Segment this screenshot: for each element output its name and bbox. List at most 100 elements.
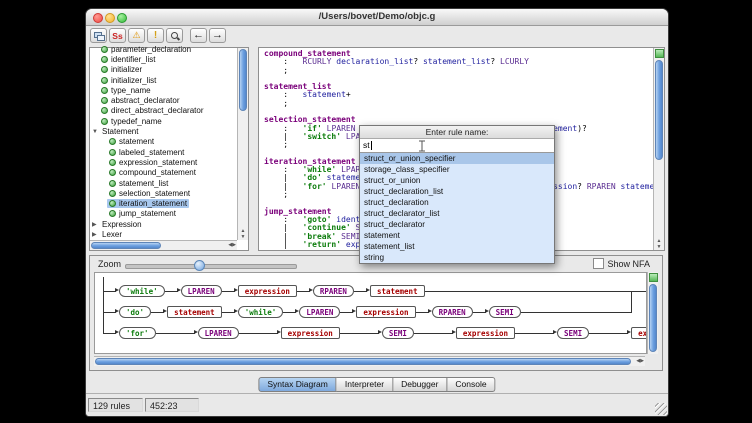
connector-arrow-icon xyxy=(414,326,456,340)
tree-item-label: direct_abstract_declarator xyxy=(111,106,204,115)
diagram-horizontal-scrollbar[interactable]: ◀▶ xyxy=(94,356,645,366)
tree-item-selection_statement[interactable]: selection_statement xyxy=(90,188,237,198)
diagram-vertical-scrollbar[interactable] xyxy=(647,272,658,354)
syntax-coloring-button[interactable]: Ss xyxy=(109,28,126,43)
tree-vertical-scroll-thumb[interactable] xyxy=(239,49,247,111)
tab-syntax-diagram[interactable]: Syntax Diagram xyxy=(258,377,336,392)
rule-icon xyxy=(101,77,108,84)
rule-name-input[interactable]: st xyxy=(360,139,554,153)
rule-suggestion-item[interactable]: statement_list xyxy=(360,241,554,252)
rule-suggestion-item[interactable]: struct_declarator_list xyxy=(360,208,554,219)
rules-count-field: 129 rules xyxy=(88,398,143,412)
show-nfa-control: Show NFA xyxy=(593,258,650,269)
zoom-slider-thumb[interactable] xyxy=(194,260,205,271)
rule-icon xyxy=(101,66,108,73)
tab-console[interactable]: Console xyxy=(447,377,495,392)
tree-item-lexer[interactable]: ▶Lexer xyxy=(90,229,237,239)
rule-suggestion-item[interactable]: struct_declarator xyxy=(360,219,554,230)
rule-suggestion-item[interactable]: storage_class_specifier xyxy=(360,164,554,175)
resize-grip[interactable] xyxy=(655,403,667,415)
tree-item-content: initializer_list xyxy=(99,76,158,85)
tree-item-parameter_declaration[interactable]: parameter_declaration xyxy=(90,44,237,54)
editor-vertical-scrollbar[interactable]: ▲▼ xyxy=(653,48,664,250)
diagram-vertical-scroll-thumb[interactable] xyxy=(649,284,657,352)
tree-item-content: direct_abstract_declarator xyxy=(99,106,206,115)
tree-item-compound_statement[interactable]: compound_statement xyxy=(90,168,237,178)
tree-item-identifier_list[interactable]: identifier_list xyxy=(90,54,237,64)
scroll-arrow-icons[interactable]: ▲▼ xyxy=(654,238,664,250)
caret-position-field: 452:23 xyxy=(145,398,199,412)
tree-item-content: parameter_declaration xyxy=(99,45,193,54)
connector-arrow-icon xyxy=(297,284,313,298)
forward-button[interactable]: → xyxy=(209,28,226,43)
tree-item-jump_statement[interactable]: jump_statement xyxy=(90,209,237,219)
zoom-label: Zoom xyxy=(98,259,121,269)
tree-item-expression[interactable]: ▶Expression xyxy=(90,219,237,229)
show-nfa-checkbox[interactable] xyxy=(593,258,604,269)
tree-item-content: iteration_statement xyxy=(107,199,189,208)
diagram-node-tok: LPAREN xyxy=(299,306,340,318)
diagram-line xyxy=(425,291,632,292)
rule-list-button[interactable] xyxy=(90,28,107,43)
tree-item-statement_list[interactable]: statement_list xyxy=(90,178,237,188)
tree-item-statement[interactable]: ▼Statement xyxy=(90,126,237,136)
back-button[interactable]: ← xyxy=(190,28,207,43)
tree-item-label: iteration_statement xyxy=(119,199,187,208)
scroll-arrow-icons[interactable]: ◀▶ xyxy=(636,357,644,366)
editor-vertical-scroll-thumb[interactable] xyxy=(655,60,663,160)
disclosure-triangle-icon[interactable]: ▼ xyxy=(92,129,100,135)
warning-icon: ⚠ xyxy=(132,31,140,40)
tree-horizontal-scrollbar[interactable]: ◀▶ xyxy=(90,240,237,250)
tree-item-label: type_name xyxy=(111,86,151,95)
pane-splitter-button[interactable] xyxy=(655,49,664,58)
forward-arrow-icon: → xyxy=(212,30,223,41)
rule-suggestion-item[interactable]: struct_declaration_list xyxy=(360,186,554,197)
rule-suggestion-item[interactable]: struct_or_union xyxy=(360,175,554,186)
rule-suggestion-item[interactable]: struct_or_union_specifier xyxy=(360,153,554,164)
rule-suggestion-item[interactable]: struct_declaration xyxy=(360,197,554,208)
tree-item-label: compound_statement xyxy=(119,168,196,177)
scroll-arrow-icons[interactable]: ◀▶ xyxy=(228,241,236,250)
rule-icon xyxy=(109,180,116,187)
disclosure-triangle-icon[interactable]: ▶ xyxy=(92,221,100,228)
rule-suggestion-item[interactable]: string xyxy=(360,252,554,263)
tree-item-expression_statement[interactable]: expression_statement xyxy=(90,157,237,167)
tree-item-type_name[interactable]: type_name xyxy=(90,85,237,95)
tree-horizontal-scroll-thumb[interactable] xyxy=(91,242,161,249)
windows-icon xyxy=(94,32,104,40)
tree-item-iteration_statement[interactable]: iteration_statement xyxy=(90,198,237,208)
diagram-node-rule: expression xyxy=(456,327,515,339)
tree-item-initializer_list[interactable]: initializer_list xyxy=(90,75,237,85)
check-grammar-button[interactable]: ⚠ xyxy=(128,28,145,43)
tab-interpreter[interactable]: Interpreter xyxy=(337,377,393,392)
diagram-node-tok: SEMI xyxy=(557,327,589,339)
find-button[interactable] xyxy=(166,28,183,43)
tree-item-initializer[interactable]: initializer xyxy=(90,65,237,75)
diagram-node-lit: 'while' xyxy=(238,306,284,318)
disclosure-triangle-icon[interactable]: ▶ xyxy=(92,231,100,238)
titlebar[interactable]: /Users/bovet/Demo/objc.g xyxy=(86,9,668,26)
rule-icon xyxy=(109,200,116,207)
diagram-horizontal-scroll-thumb[interactable] xyxy=(95,358,631,365)
tree-item-typedef_name[interactable]: typedef_name xyxy=(90,116,237,126)
tree-vertical-scrollbar[interactable]: ▲▼ xyxy=(237,48,248,240)
tree-item-abstract_declarator[interactable]: abstract_declarator xyxy=(90,95,237,105)
tree-item-label: selection_statement xyxy=(119,189,190,198)
scroll-arrow-icons[interactable]: ▲▼ xyxy=(238,228,248,240)
zoom-slider[interactable] xyxy=(125,264,297,269)
pane-splitter-button[interactable] xyxy=(649,273,658,282)
search-icon xyxy=(170,31,180,41)
tree-item-direct_abstract_declarator[interactable]: direct_abstract_declarator xyxy=(90,106,237,116)
rule-suggestion-item[interactable]: statement xyxy=(360,230,554,241)
rules-tree[interactable]: parameter_declarationidentifier_listinit… xyxy=(90,44,237,240)
tree-item-labeled_statement[interactable]: labeled_statement xyxy=(90,147,237,157)
rule-suggestion-list[interactable]: struct_or_union_specifierstorage_class_s… xyxy=(360,153,554,263)
tree-item-statement[interactable]: statement xyxy=(90,137,237,147)
tab-debugger[interactable]: Debugger xyxy=(393,377,447,392)
tree-item-label: parameter_declaration xyxy=(111,45,191,54)
tree-item-content: Lexer xyxy=(100,230,124,239)
connector-arrow-icon xyxy=(103,305,119,319)
ideas-button[interactable]: ! xyxy=(147,28,164,43)
app-window: /Users/bovet/Demo/objc.g Ss ⚠ ! ← → para… xyxy=(85,8,669,417)
diagram-node-rule: expression xyxy=(356,306,415,318)
